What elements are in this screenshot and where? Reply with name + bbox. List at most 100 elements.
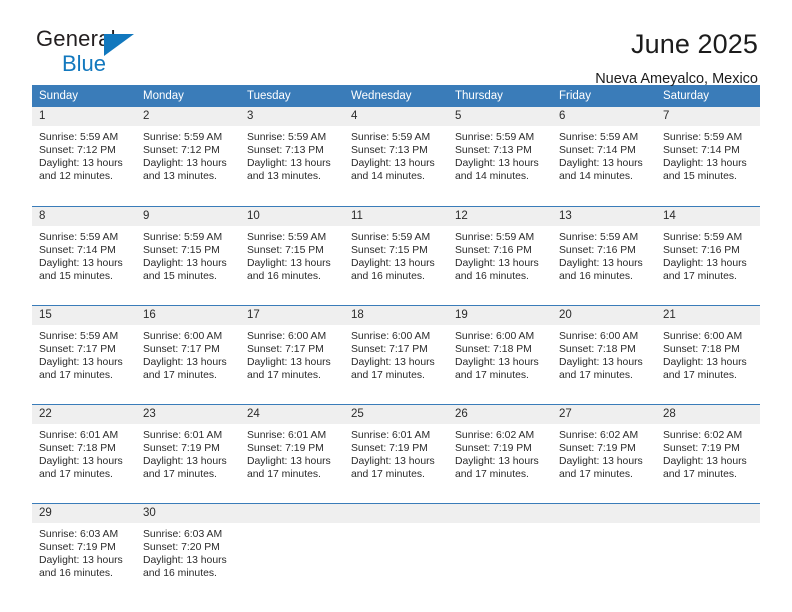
calendar-day-cell[interactable] <box>344 502 448 593</box>
daylight-text-line1: Daylight: 13 hours <box>559 158 643 170</box>
sunrise-text: Sunrise: 5:59 AM <box>455 132 535 143</box>
brand-logo[interactable]: General Blue <box>36 28 156 80</box>
daylight-text-line2: and 14 minutes. <box>455 171 529 183</box>
calendar-day-cell[interactable]: 20 Sunrise: 6:00 AM Sunset: 7:18 PM Dayligh… <box>552 304 656 395</box>
calendar-week-row: 22 Sunrise: 6:01 AM Sunset: 7:18 PM Dayligh… <box>32 403 760 494</box>
calendar-day-cell[interactable]: 16 Sunrise: 6:00 AM Sunset: 7:17 PM Dayligh… <box>136 304 240 395</box>
day-number: 28 <box>656 404 760 424</box>
weekday-header-wednesday: Wednesday <box>344 85 448 107</box>
sunrise-text: Sunrise: 6:01 AM <box>247 429 327 441</box>
weekday-header-saturday: Saturday <box>656 85 760 107</box>
sunset-text: Sunset: 7:13 PM <box>351 145 428 157</box>
sunrise-text: Sunrise: 5:59 AM <box>143 231 223 243</box>
daylight-text-line2: and 15 minutes. <box>663 171 737 183</box>
day-number <box>344 503 448 523</box>
daylight-text-line1: Daylight: 13 hours <box>559 356 643 368</box>
daylight-text-line2: and 17 minutes. <box>455 468 529 480</box>
calendar-day-cell[interactable]: 18 Sunrise: 6:00 AM Sunset: 7:17 PM Dayligh… <box>344 304 448 395</box>
calendar-day-cell[interactable]: 13 Sunrise: 5:59 AM Sunset: 7:16 PM Dayligh… <box>552 205 656 296</box>
calendar-day-cell[interactable]: 21 Sunrise: 6:00 AM Sunset: 7:18 PM Dayligh… <box>656 304 760 395</box>
calendar-day-cell[interactable]: 7 Sunrise: 5:59 AM Sunset: 7:14 PM Daylight… <box>656 107 760 197</box>
calendar-day-cell[interactable] <box>552 502 656 593</box>
daylight-text-line1: Daylight: 13 hours <box>351 257 435 269</box>
sunrise-text: Sunrise: 6:01 AM <box>39 429 119 441</box>
sunrise-text: Sunrise: 6:01 AM <box>351 429 431 441</box>
calendar-day-cell[interactable] <box>656 502 760 593</box>
calendar-day-cell[interactable]: 25 Sunrise: 6:01 AM Sunset: 7:19 PM Dayligh… <box>344 403 448 494</box>
calendar-week-row: 15 Sunrise: 5:59 AM Sunset: 7:17 PM Dayligh… <box>32 304 760 395</box>
calendar-day-cell[interactable]: 9 Sunrise: 5:59 AM Sunset: 7:15 PM Daylight… <box>136 205 240 296</box>
daylight-text-line1: Daylight: 13 hours <box>247 158 331 170</box>
daylight-text-line1: Daylight: 13 hours <box>351 356 435 368</box>
daylight-text-line1: Daylight: 13 hours <box>455 356 539 368</box>
daylight-text-line1: Daylight: 13 hours <box>247 257 331 269</box>
calendar-day-cell[interactable]: 5 Sunrise: 5:59 AM Sunset: 7:13 PM Daylight… <box>448 107 552 197</box>
day-number: 25 <box>344 404 448 424</box>
daylight-text-line2: and 17 minutes. <box>663 270 737 282</box>
daylight-text-line2: and 12 minutes. <box>39 171 113 183</box>
calendar-day-cell[interactable]: 26 Sunrise: 6:02 AM Sunset: 7:19 PM Dayligh… <box>448 403 552 494</box>
calendar-day-cell[interactable]: 27 Sunrise: 6:02 AM Sunset: 7:19 PM Dayligh… <box>552 403 656 494</box>
calendar-day-cell[interactable]: 6 Sunrise: 5:59 AM Sunset: 7:14 PM Daylight… <box>552 107 656 197</box>
daylight-text-line2: and 14 minutes. <box>559 171 633 183</box>
sunrise-text: Sunrise: 6:03 AM <box>143 528 223 540</box>
calendar-day-cell[interactable]: 2 Sunrise: 5:59 AM Sunset: 7:12 PM Daylight… <box>136 107 240 197</box>
daylight-text-line2: and 17 minutes. <box>559 369 633 381</box>
daylight-text-line1: Daylight: 13 hours <box>143 455 227 467</box>
daylight-text-line2: and 16 minutes. <box>455 270 529 282</box>
calendar-day-cell[interactable] <box>448 502 552 593</box>
calendar-day-cell[interactable]: 29 Sunrise: 6:03 AM Sunset: 7:19 PM Dayligh… <box>32 502 136 593</box>
daylight-text-line1: Daylight: 13 hours <box>39 554 123 566</box>
day-details: Sunrise: 6:00 AM Sunset: 7:17 PM Daylight:… <box>136 325 240 382</box>
brand-name-blue: Blue <box>62 51 107 76</box>
calendar-day-cell[interactable] <box>240 502 344 593</box>
sunset-text: Sunset: 7:19 PM <box>351 442 428 454</box>
page-header: General Blue June 2025 Nueva Ameyalco, M… <box>0 0 792 87</box>
day-number: 3 <box>240 107 344 126</box>
calendar-day-cell[interactable]: 23 Sunrise: 6:01 AM Sunset: 7:19 PM Dayligh… <box>136 403 240 494</box>
calendar-day-cell[interactable]: 28 Sunrise: 6:02 AM Sunset: 7:19 PM Dayligh… <box>656 403 760 494</box>
daylight-text-line1: Daylight: 13 hours <box>559 455 643 467</box>
day-number: 27 <box>552 404 656 424</box>
daylight-text-line2: and 13 minutes. <box>143 171 217 183</box>
day-number: 4 <box>344 107 448 126</box>
calendar-day-cell[interactable]: 17 Sunrise: 6:00 AM Sunset: 7:17 PM Dayligh… <box>240 304 344 395</box>
daylight-text-line2: and 16 minutes. <box>559 270 633 282</box>
sunset-text: Sunset: 7:13 PM <box>455 145 532 157</box>
location-subtitle: Nueva Ameyalco, Mexico <box>595 70 758 87</box>
calendar-day-cell[interactable]: 22 Sunrise: 6:01 AM Sunset: 7:18 PM Dayligh… <box>32 403 136 494</box>
daylight-text-line2: and 17 minutes. <box>351 468 425 480</box>
daylight-text-line1: Daylight: 13 hours <box>39 356 123 368</box>
calendar-day-cell[interactable]: 12 Sunrise: 5:59 AM Sunset: 7:16 PM Dayligh… <box>448 205 552 296</box>
calendar-body: 1 Sunrise: 5:59 AM Sunset: 7:12 PM Daylight… <box>32 107 760 593</box>
day-details: Sunrise: 5:59 AM Sunset: 7:15 PM Daylight:… <box>240 226 344 283</box>
calendar-day-cell[interactable]: 14 Sunrise: 5:59 AM Sunset: 7:16 PM Dayligh… <box>656 205 760 296</box>
calendar-day-cell[interactable]: 10 Sunrise: 5:59 AM Sunset: 7:15 PM Dayligh… <box>240 205 344 296</box>
calendar-day-cell[interactable]: 19 Sunrise: 6:00 AM Sunset: 7:18 PM Dayligh… <box>448 304 552 395</box>
calendar-day-cell[interactable]: 4 Sunrise: 5:59 AM Sunset: 7:13 PM Daylight… <box>344 107 448 197</box>
weekday-header-row: Sunday Monday Tuesday Wednesday Thursday… <box>32 85 760 107</box>
day-details: Sunrise: 5:59 AM Sunset: 7:15 PM Daylight:… <box>344 226 448 283</box>
sunrise-text: Sunrise: 5:59 AM <box>663 132 743 143</box>
calendar-day-cell[interactable]: 8 Sunrise: 5:59 AM Sunset: 7:14 PM Daylight… <box>32 205 136 296</box>
day-number: 13 <box>552 206 656 226</box>
daylight-text-line1: Daylight: 13 hours <box>247 356 331 368</box>
sunset-text: Sunset: 7:17 PM <box>247 343 324 355</box>
sunset-text: Sunset: 7:16 PM <box>455 244 532 256</box>
day-number: 16 <box>136 305 240 325</box>
day-details <box>448 523 552 528</box>
calendar-day-cell[interactable]: 24 Sunrise: 6:01 AM Sunset: 7:19 PM Dayligh… <box>240 403 344 494</box>
weekday-header-thursday: Thursday <box>448 85 552 107</box>
calendar-day-cell[interactable]: 30 Sunrise: 6:03 AM Sunset: 7:20 PM Dayligh… <box>136 502 240 593</box>
daylight-text-line2: and 17 minutes. <box>247 468 321 480</box>
sunset-text: Sunset: 7:17 PM <box>39 343 116 355</box>
calendar-day-cell[interactable]: 3 Sunrise: 5:59 AM Sunset: 7:13 PM Daylight… <box>240 107 344 197</box>
calendar-day-cell[interactable]: 11 Sunrise: 5:59 AM Sunset: 7:15 PM Dayligh… <box>344 205 448 296</box>
daylight-text-line1: Daylight: 13 hours <box>39 158 123 170</box>
sunset-text: Sunset: 7:17 PM <box>351 343 428 355</box>
sunrise-text: Sunrise: 6:03 AM <box>39 528 119 540</box>
calendar-day-cell[interactable]: 15 Sunrise: 5:59 AM Sunset: 7:17 PM Dayligh… <box>32 304 136 395</box>
daylight-text-line2: and 17 minutes. <box>247 369 321 381</box>
daylight-text-line2: and 15 minutes. <box>143 270 217 282</box>
calendar-day-cell[interactable]: 1 Sunrise: 5:59 AM Sunset: 7:12 PM Daylight… <box>32 107 136 197</box>
